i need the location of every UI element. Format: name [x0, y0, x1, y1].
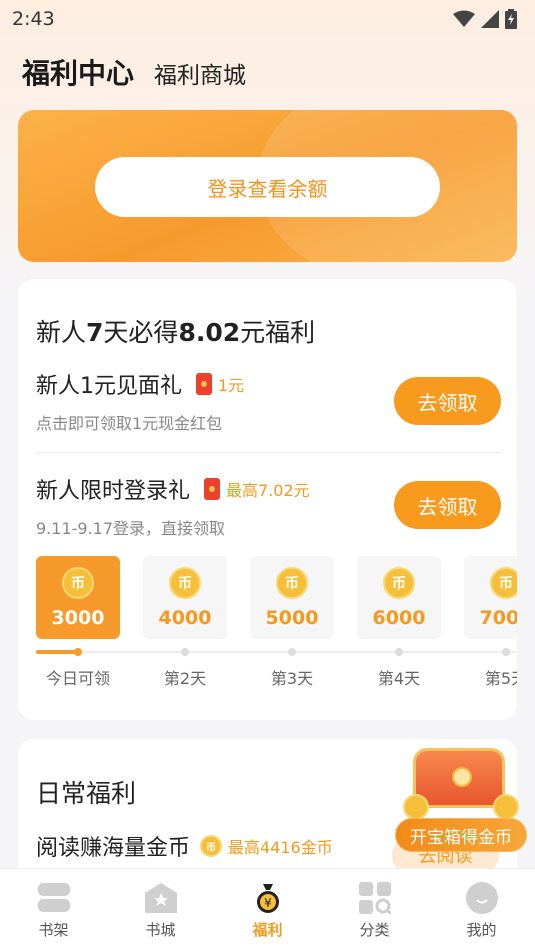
daily-title: 日常福利: [36, 779, 137, 808]
checkin-day-box: 币 3000: [36, 556, 120, 639]
checkin-amount: 7000: [479, 606, 517, 629]
newcomer-title-days: 7: [86, 318, 104, 347]
coin-icon: [493, 794, 519, 820]
checkin-day[interactable]: 币 4000 第2天: [143, 556, 227, 689]
tab-label: 书架: [38, 921, 69, 939]
checkin-day[interactable]: 币 6000 第4天: [357, 556, 441, 689]
daily-checkin-strip[interactable]: 币 3000 今日可领 币 4000 第2天 币 5000 第3天 币 6000: [36, 556, 517, 696]
tab-profile[interactable]: 我的: [428, 869, 535, 951]
task-reward-text: 最高7.02元: [226, 481, 310, 500]
red-packet-icon: [196, 373, 212, 395]
checkin-day-box: 币 7000: [464, 556, 517, 639]
checkin-day[interactable]: 币 5000 第3天: [250, 556, 334, 689]
signal-icon: [481, 10, 499, 28]
tab-label: 福利: [252, 921, 283, 939]
claim-newcomer-gift-button[interactable]: 去领取: [394, 377, 501, 425]
checkin-amount: 5000: [265, 606, 319, 629]
checkin-amount: 4000: [158, 606, 212, 629]
task-reward: 最高7.02元: [204, 477, 310, 501]
task-reward-text: 1元: [218, 376, 245, 395]
tab-welfare[interactable]: ¥ 福利: [214, 869, 321, 951]
page-title: 福利中心: [22, 57, 135, 90]
task-reward: 1元: [196, 372, 244, 396]
newcomer-title-suffix: 元福利: [240, 318, 316, 347]
login-view-balance-button[interactable]: 登录查看余额: [95, 157, 440, 217]
coin-icon: 币: [276, 566, 308, 599]
treasure-chest-label[interactable]: 开宝箱得金币: [395, 818, 527, 852]
checkin-day[interactable]: 币 7000 第5天: [464, 556, 517, 689]
bookstore-icon: [144, 881, 178, 915]
newcomer-title: 新人7天必得8.02元福利: [36, 313, 315, 349]
newcomer-title-prefix: 新人: [36, 318, 87, 347]
coin-icon: 币: [200, 835, 223, 857]
task-login-gift: 新人限时登录礼 最高7.02元 9.11-9.17登录，直接领取 去领取: [36, 473, 501, 553]
treasure-chest-widget[interactable]: 开宝箱得金币: [395, 748, 527, 852]
category-icon: [358, 881, 392, 915]
tab-bookstore[interactable]: 书城: [107, 869, 214, 951]
task-reward: 币 最高4416金币: [200, 834, 333, 858]
claim-login-gift-button[interactable]: 去领取: [394, 481, 501, 529]
bookshelf-icon: [37, 881, 71, 915]
wifi-icon: [453, 10, 475, 27]
task-reward-text: 最高4416金币: [228, 838, 333, 857]
tab-bookshelf[interactable]: 书架: [0, 869, 107, 951]
task-newcomer-gift: 新人1元见面礼 1元 点击即可领取1元现金红包 去领取: [36, 368, 501, 448]
tab-label: 我的: [466, 921, 497, 939]
checkin-day-label: 第5天: [484, 669, 517, 688]
coin-icon: 币: [169, 566, 201, 599]
newcomer-title-amount: 8.02: [178, 318, 241, 347]
coin-icon: 币: [62, 566, 94, 599]
coin-icon: [403, 794, 429, 820]
tab-category[interactable]: 分类: [321, 869, 428, 951]
status-bar: 2:43: [0, 0, 535, 38]
divider: [36, 452, 501, 453]
task-name: 阅读赚海量金币: [36, 836, 191, 861]
checkin-day-label: 第2天: [163, 669, 207, 688]
coin-icon: 币: [383, 566, 415, 599]
mall-tab-link[interactable]: 福利商城: [154, 56, 246, 90]
tab-label: 分类: [359, 921, 390, 939]
checkin-amount: 6000: [372, 606, 426, 629]
checkin-day-label: 第3天: [270, 669, 314, 688]
tab-label: 书城: [145, 921, 176, 939]
money-bag-icon: ¥: [251, 881, 285, 915]
checkin-day-box: 币 6000: [357, 556, 441, 639]
status-time: 2:43: [12, 8, 55, 30]
task-name: 新人1元见面礼: [36, 374, 182, 399]
bottom-tab-bar: 书架 书城 ¥ 福利 分类 我的: [0, 868, 535, 951]
checkin-day-label: 第4天: [377, 669, 421, 688]
profile-icon: [465, 881, 499, 915]
newcomer-title-mid: 天必得: [103, 318, 179, 347]
balance-card: 登录查看余额: [18, 110, 517, 262]
task-read-earn: 阅读赚海量金币 币 最高4416金币: [36, 830, 333, 862]
status-icons: [453, 9, 517, 29]
page-header: 福利中心 福利商城: [22, 52, 246, 92]
checkin-day-label: 今日可领: [45, 669, 110, 688]
checkin-amount: 3000: [51, 606, 105, 629]
checkin-day[interactable]: 币 3000 今日可领: [36, 556, 120, 689]
battery-icon: [505, 9, 517, 29]
checkin-day-box: 币 5000: [250, 556, 334, 639]
coin-icon: 币: [490, 566, 517, 599]
task-name: 新人限时登录礼: [36, 479, 191, 504]
svg-text:¥: ¥: [264, 896, 272, 910]
newcomer-welfare-card: 新人7天必得8.02元福利 新人1元见面礼 1元 点击即可领取1元现金红包 去领…: [18, 279, 517, 720]
checkin-day-box: 币 4000: [143, 556, 227, 639]
red-packet-icon: [204, 478, 221, 500]
